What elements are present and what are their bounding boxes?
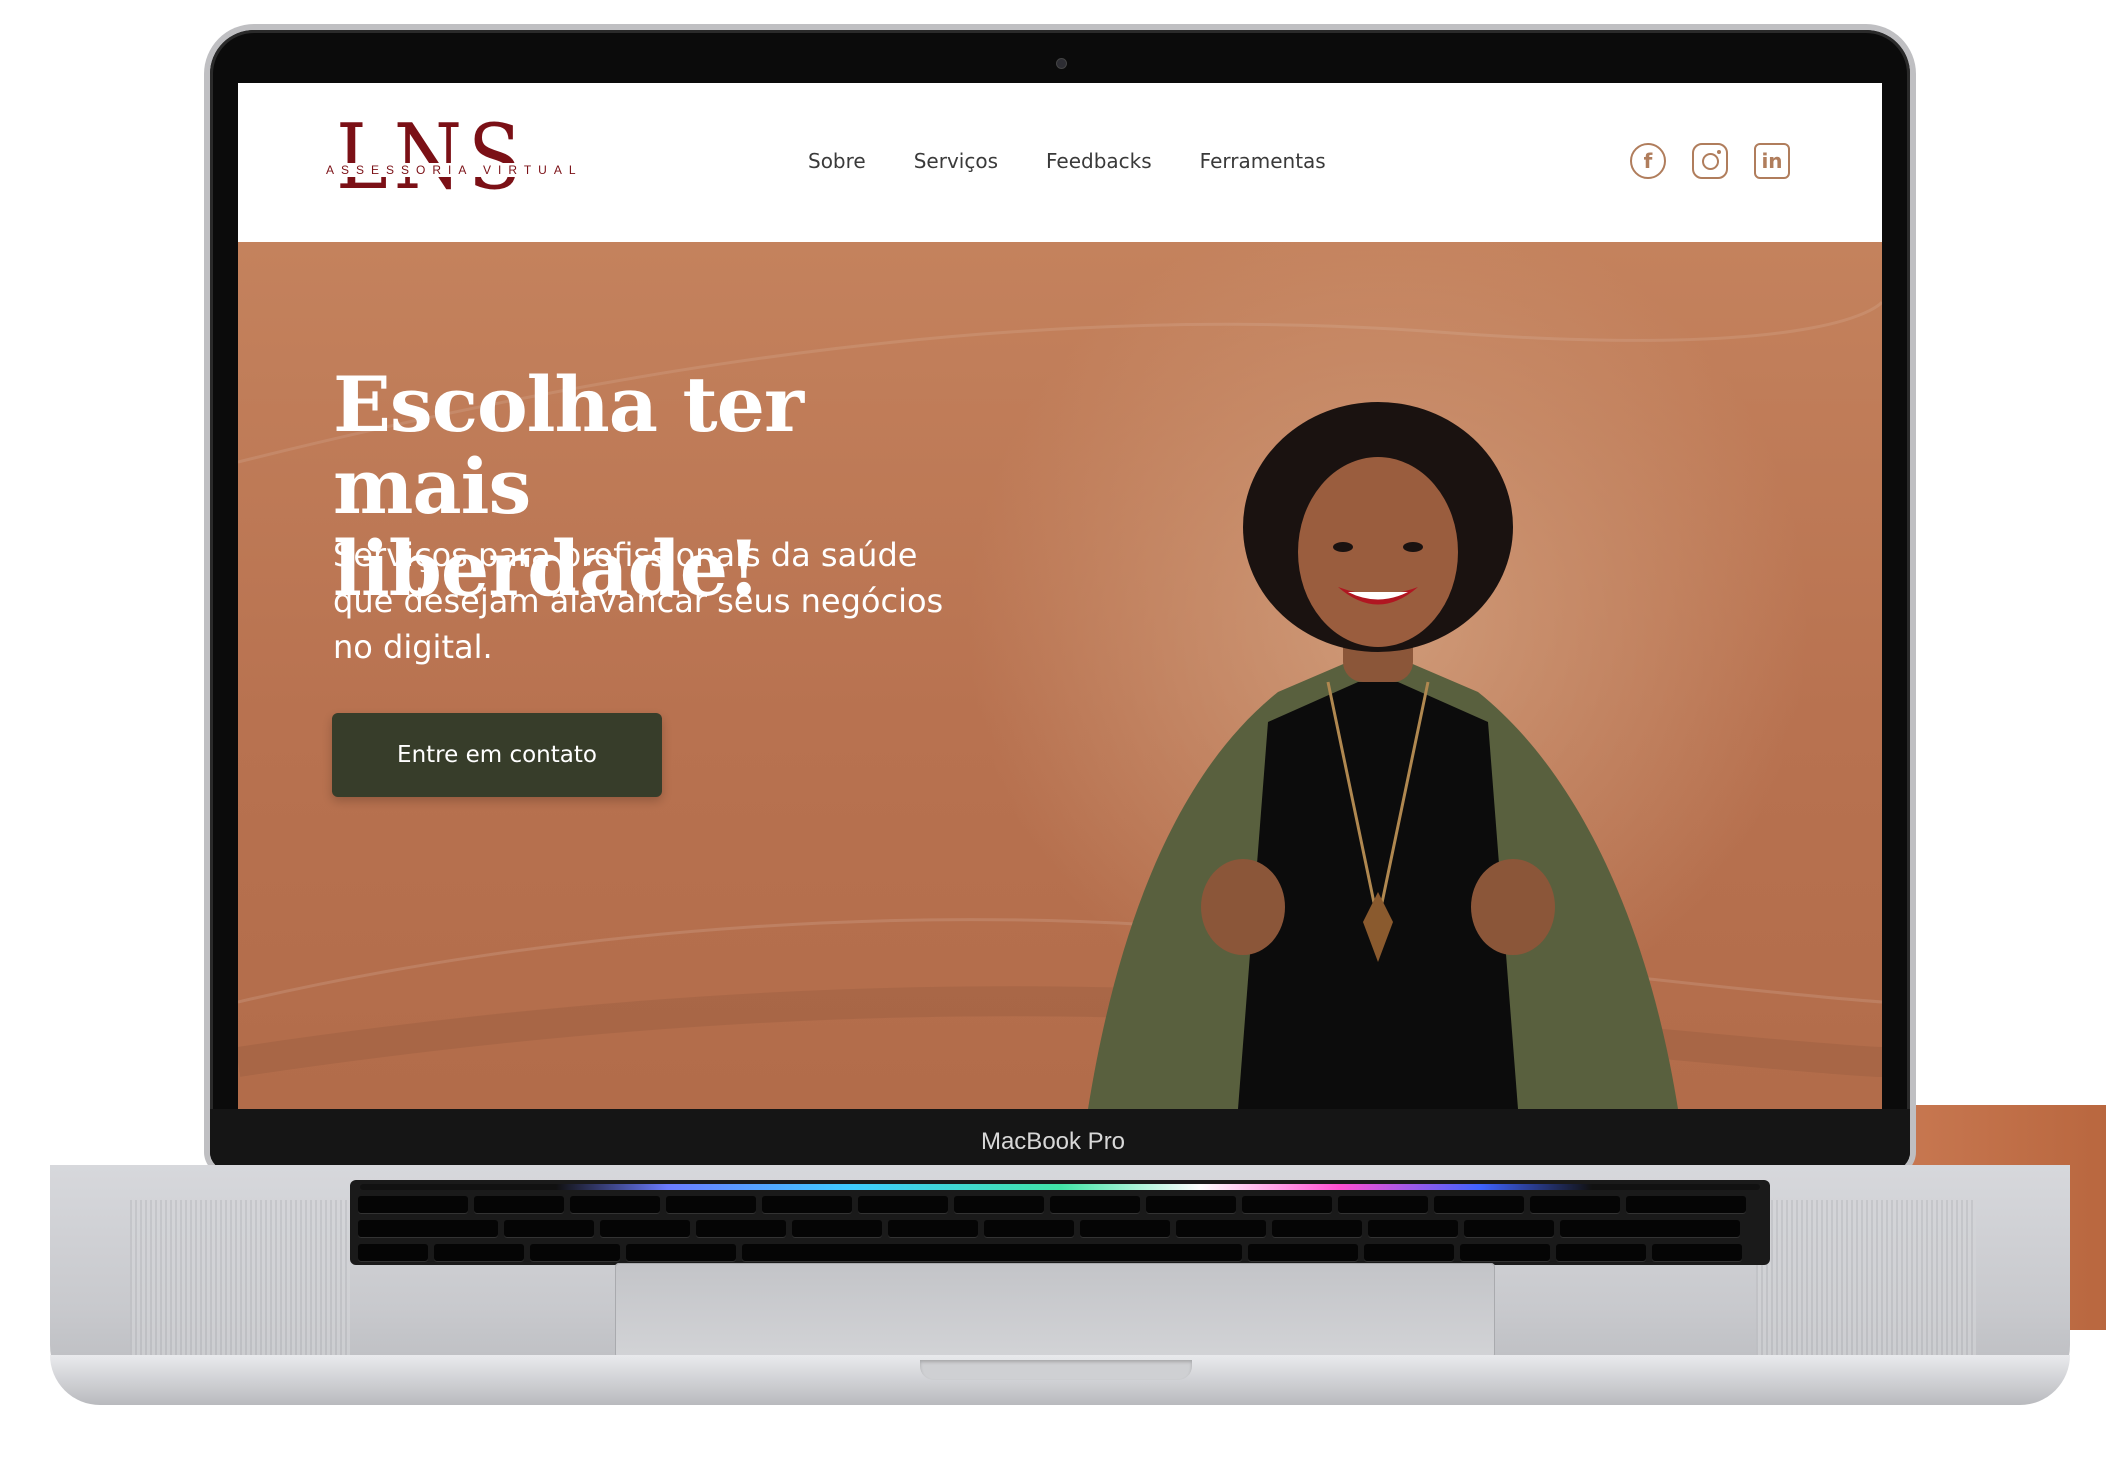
logo-subtitle: ASSESSORIA VIRTUAL [324, 163, 585, 177]
logo-monogram: LNS [336, 106, 528, 210]
social-links: f in [1630, 143, 1790, 179]
key-row [358, 1244, 1742, 1262]
instagram-icon[interactable] [1692, 143, 1728, 179]
hero-subtitle: Serviços para profissionais da saúde que… [333, 536, 944, 666]
contact-button[interactable]: Entre em contato [332, 713, 662, 797]
lid-notch [920, 1360, 1192, 1380]
hero-portrait [1088, 402, 1678, 1109]
main-nav: Sobre Serviços Feedbacks Ferramentas [808, 149, 1326, 173]
site-header: LNS ASSESSORIA VIRTUAL Sobre Serviços Fe… [238, 83, 1882, 242]
keyboard [350, 1180, 1770, 1265]
nav-link-servicos[interactable]: Serviços [914, 149, 998, 173]
linkedin-icon[interactable]: in [1754, 143, 1790, 179]
nav-link-ferramentas[interactable]: Ferramentas [1200, 149, 1326, 173]
facebook-icon[interactable]: f [1630, 143, 1666, 179]
key-row [358, 1196, 1746, 1214]
device-brand-label: MacBook Pro [980, 1128, 1126, 1155]
speaker-grille-left [130, 1200, 350, 1380]
touch-bar [360, 1184, 1760, 1190]
hero-section: Escolha ter mais liberdade! Serviços par… [238, 242, 1882, 1109]
nav-link-feedbacks[interactable]: Feedbacks [1046, 149, 1152, 173]
trackpad [615, 1263, 1495, 1358]
laptop-screen: LNS ASSESSORIA VIRTUAL Sobre Serviços Fe… [238, 83, 1882, 1109]
speaker-grille-right [1756, 1200, 1976, 1380]
camera-icon [1056, 58, 1067, 69]
site-logo[interactable]: LNS ASSESSORIA VIRTUAL [324, 106, 585, 213]
nav-link-sobre[interactable]: Sobre [808, 149, 866, 173]
key-row [358, 1220, 1740, 1238]
